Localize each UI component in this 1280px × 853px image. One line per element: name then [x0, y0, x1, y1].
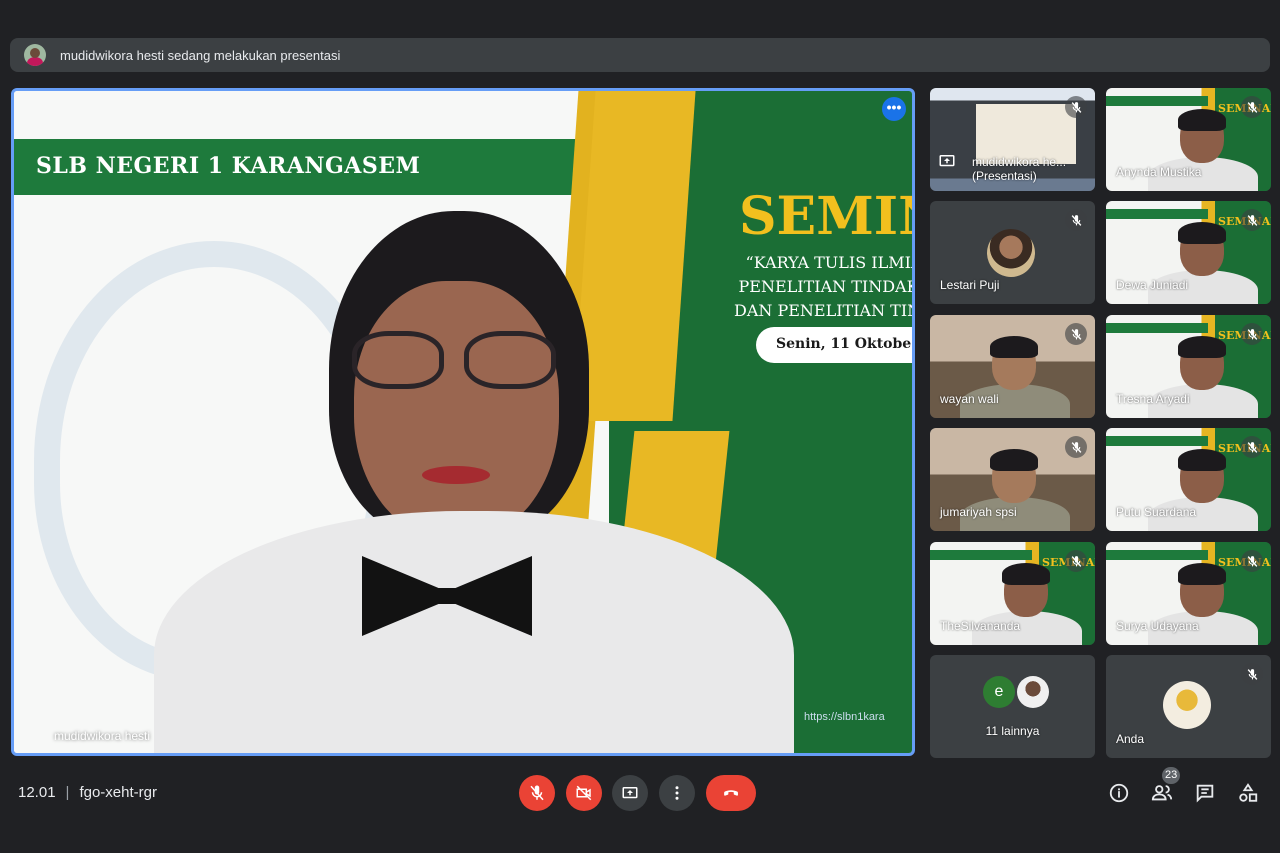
- mic-muted-icon: [1241, 436, 1263, 458]
- participant-name: Tresna Aryadi: [1116, 392, 1190, 406]
- people-icon: [1151, 785, 1173, 801]
- participant-tile[interactable]: Anda: [1106, 655, 1271, 758]
- hang-up-icon: [724, 790, 738, 796]
- mic-muted-icon: [1065, 550, 1087, 572]
- self-avatar: [1163, 681, 1211, 729]
- participant-name: Surya Udayana: [1116, 619, 1199, 633]
- presenting-banner-text: mudidwikora hesti sedang melakukan prese…: [60, 47, 341, 63]
- participant-tile[interactable]: Lestari Puji: [930, 201, 1095, 304]
- present-screen-button[interactable]: [612, 775, 648, 811]
- main-presentation-tile[interactable]: SLB NEGERI 1 KARANGASEM SEMIN “KARYA TUL…: [11, 88, 915, 756]
- participant-tile[interactable]: Dewa Juniadi: [1106, 201, 1271, 304]
- mic-muted-icon: [1241, 550, 1263, 572]
- participant-avatar: [1017, 676, 1049, 708]
- mic-off-button[interactable]: [519, 775, 555, 811]
- more-options-button[interactable]: •••: [882, 97, 906, 121]
- chat-icon: [1196, 784, 1214, 803]
- mic-muted-icon: [1065, 436, 1087, 458]
- participant-tile[interactable]: TheSilvananda: [930, 542, 1095, 645]
- presenter-avatar: [24, 44, 46, 66]
- participant-avatar: [987, 229, 1035, 277]
- participant-tile[interactable]: e 11 lainnya: [930, 655, 1095, 758]
- slide-url: https://slbn1kara: [804, 711, 885, 723]
- presenter-name-label: mudidwikora hesti: [54, 729, 151, 743]
- participant-name: Lestari Puji: [940, 278, 1000, 292]
- separator: |: [65, 784, 70, 801]
- participant-name: jumariyah spsi: [940, 505, 1017, 519]
- participant-tile[interactable]: wayan wali: [930, 315, 1095, 418]
- info-icon: [1109, 783, 1129, 803]
- participant-video: e: [930, 655, 1095, 758]
- participant-name: Dewa Juniadi: [1116, 278, 1189, 292]
- participant-name: wayan wali: [940, 392, 999, 406]
- end-call-button[interactable]: [706, 775, 756, 811]
- mic-muted-icon: [1065, 209, 1087, 231]
- participant-name: mudidwikora he... (Presentasi): [972, 155, 1067, 183]
- camera-off-icon: [576, 785, 592, 801]
- participant-name: TheSilvananda: [940, 619, 1021, 633]
- more-actions-button[interactable]: [659, 775, 695, 811]
- mic-muted-icon: [1241, 323, 1263, 345]
- mic-muted-icon: [1241, 663, 1263, 685]
- participant-initial: e: [983, 676, 1015, 708]
- camera-off-button[interactable]: [566, 775, 602, 811]
- more-vert-icon: [675, 786, 679, 800]
- present-screen-icon: [938, 152, 956, 170]
- mic-muted-icon: [1065, 323, 1087, 345]
- people-button[interactable]: [1150, 781, 1174, 805]
- clock-time: 12.01: [18, 784, 56, 801]
- present-screen-icon: [622, 787, 638, 799]
- activities-button[interactable]: [1236, 781, 1260, 805]
- participant-tile[interactable]: mudidwikora he... (Presentasi): [930, 88, 1095, 191]
- mic-muted-icon: [1241, 209, 1263, 231]
- activities-icon: [1239, 783, 1258, 802]
- meeting-details-button[interactable]: [1107, 781, 1131, 805]
- mic-muted-icon: [1065, 96, 1087, 118]
- participant-name: Putu Suardana: [1116, 505, 1197, 519]
- participant-tile[interactable]: jumariyah spsi: [930, 428, 1095, 531]
- participant-tile[interactable]: Surya Udayana: [1106, 542, 1271, 645]
- participant-tile[interactable]: Tresna Aryadi: [1106, 315, 1271, 418]
- presenter-video: [154, 211, 794, 753]
- mic-muted-icon: [1241, 96, 1263, 118]
- slide-school-name: SLB NEGERI 1 KARANGASEM: [36, 153, 421, 179]
- meeting-code: fgo-xeht-rgr: [79, 784, 157, 801]
- presenting-banner: mudidwikora hesti sedang melakukan prese…: [10, 38, 1270, 72]
- participant-name: 11 lainnya: [985, 724, 1040, 738]
- mic-off-icon: [530, 785, 544, 801]
- participant-name: Anynda Mustika: [1116, 165, 1202, 179]
- participant-tile[interactable]: Putu Suardana: [1106, 428, 1271, 531]
- meeting-info: 12.01 | fgo-xeht-rgr: [18, 784, 157, 801]
- chat-button[interactable]: [1193, 781, 1217, 805]
- participant-tile[interactable]: Anynda Mustika: [1106, 88, 1271, 191]
- participant-name: Anda: [1116, 732, 1145, 746]
